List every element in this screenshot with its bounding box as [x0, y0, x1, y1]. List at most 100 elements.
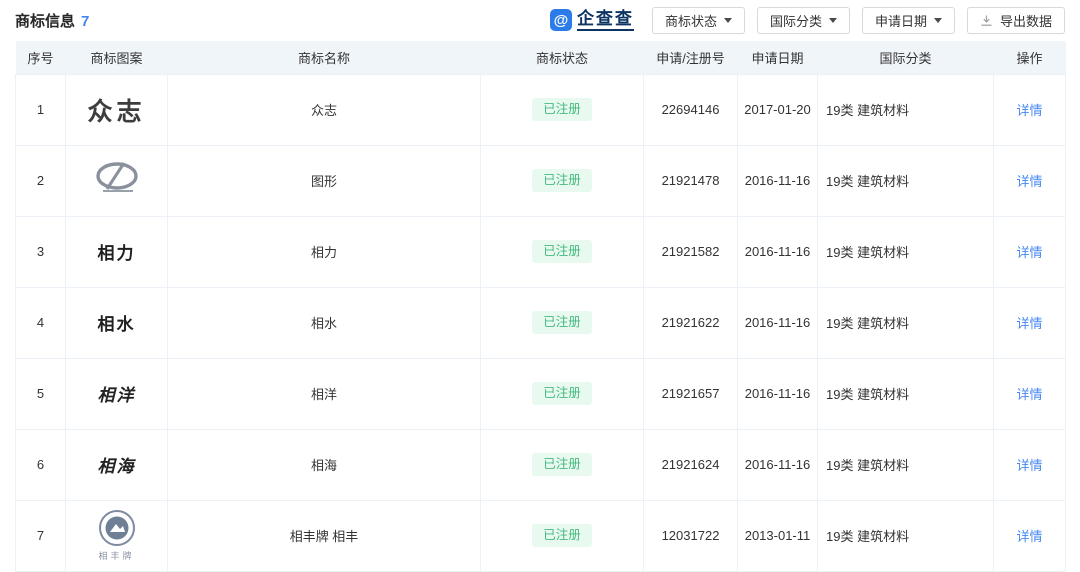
table-row: 1众志众志已注册226941462017-01-2019类 建筑材料详情: [16, 74, 1066, 145]
detail-link[interactable]: 详情: [1016, 458, 1042, 473]
status-badge: 已注册: [532, 524, 592, 547]
filter-apply-date-label: 申请日期: [875, 11, 927, 30]
detail-link[interactable]: 详情: [1016, 245, 1042, 260]
action-cell: 详情: [994, 429, 1066, 500]
column-header-0: 序号: [16, 41, 66, 74]
round-emblem-mark: 相丰牌: [98, 509, 136, 562]
trademark-name-cell: 相力: [168, 216, 481, 287]
action-cell: 详情: [994, 216, 1066, 287]
action-cell: 详情: [994, 145, 1066, 216]
intl-class-cell: 19类 建筑材料: [818, 500, 994, 571]
chevron-down-icon: [934, 18, 942, 23]
trademark-status-cell: 已注册: [481, 500, 644, 571]
column-header-2: 商标名称: [168, 41, 481, 74]
trademark-table: 序号商标图案商标名称商标状态申请/注册号申请日期国际分类操作 1众志众志已注册2…: [15, 41, 1066, 572]
application-date-cell: 2016-11-16: [738, 358, 818, 429]
trademark-image-cell: [66, 145, 168, 216]
registration-number-cell: 21921582: [644, 216, 738, 287]
trademark-table-body: 1众志众志已注册226941462017-01-2019类 建筑材料详情2 图形…: [16, 74, 1066, 571]
table-row: 2 图形已注册219214782016-11-1619类 建筑材料详情: [16, 145, 1066, 216]
panel-title: 商标信息 7: [15, 10, 89, 31]
trademark-image-cell: 相海: [66, 429, 168, 500]
trademark-name-cell: 相洋: [168, 358, 481, 429]
trademark-image-cell: 相丰牌: [66, 500, 168, 571]
trademark-name-cell: 相海: [168, 429, 481, 500]
trademark-image-cell: 相洋: [66, 358, 168, 429]
intl-class-cell: 19类 建筑材料: [818, 145, 994, 216]
filter-apply-date-button[interactable]: 申请日期: [862, 7, 955, 34]
trademark-mark-text: 相力: [98, 244, 136, 263]
table-header-row: 序号商标图案商标名称商标状态申请/注册号申请日期国际分类操作: [16, 41, 1066, 74]
header-controls: @ 企查查 商标状态 国际分类 申请日期: [550, 7, 1065, 34]
status-badge: 已注册: [532, 311, 592, 334]
trademark-mark-text: 众志: [87, 97, 145, 126]
trademark-count: 7: [81, 13, 89, 30]
table-row: 5 相洋 相洋 已注册 219216572016-11-1619类 建筑材料 详情: [16, 358, 1066, 429]
trademark-mark-text: 相水: [98, 315, 136, 334]
emblem-caption: 相丰牌: [98, 549, 134, 562]
qichacha-brand-name: 企查查: [577, 9, 634, 31]
trademark-status-cell: 已注册: [481, 287, 644, 358]
trademark-status-cell: 已注册: [481, 145, 644, 216]
intl-class-cell: 19类 建筑材料: [818, 216, 994, 287]
row-index-cell: 5: [16, 358, 66, 429]
action-cell: 详情: [994, 287, 1066, 358]
panel-header: 商标信息 7 @ 企查查 商标状态 国际分类 申请日期: [15, 0, 1065, 36]
table-row: 7 相丰牌 相丰牌 相丰已注册120317222013-01-1119类 建筑材…: [16, 500, 1066, 571]
column-header-1: 商标图案: [66, 41, 168, 74]
filter-intl-class-label: 国际分类: [770, 11, 822, 30]
table-row: 3相力相力已注册219215822016-11-1619类 建筑材料详情: [16, 216, 1066, 287]
action-cell: 详情: [994, 358, 1066, 429]
intl-class-cell: 19类 建筑材料: [818, 429, 994, 500]
trademark-mark-text: 相洋: [98, 386, 136, 406]
table-row: 6相海相海已注册219216242016-11-1619类 建筑材料详情: [16, 429, 1066, 500]
trademark-name-cell: 图形: [168, 145, 481, 216]
trademark-name-cell: 相丰牌 相丰: [168, 500, 481, 571]
row-index-cell: 4: [16, 287, 66, 358]
trademark-mark-text: 相海: [98, 457, 136, 477]
detail-link[interactable]: 详情: [1016, 103, 1042, 118]
qichacha-logo-icon: @: [550, 9, 572, 31]
status-badge: 已注册: [532, 453, 592, 476]
action-cell: 详情: [994, 74, 1066, 145]
chevron-down-icon: [829, 18, 837, 23]
trademark-info-panel: 商标信息 7 @ 企查查 商标状态 国际分类 申请日期: [0, 0, 1080, 572]
application-date-cell: 2016-11-16: [738, 216, 818, 287]
trademark-status-cell: 已注册: [481, 429, 644, 500]
trademark-name-cell: 众志: [168, 74, 481, 145]
filter-trademark-status-label: 商标状态: [665, 11, 717, 30]
intl-class-cell: 19类 建筑材料: [818, 358, 994, 429]
page-title: 商标信息: [15, 13, 75, 30]
qichacha-watermark: @ 企查查: [550, 9, 634, 31]
application-date-cell: 2016-11-16: [738, 287, 818, 358]
application-date-cell: 2017-01-20: [738, 74, 818, 145]
status-badge: 已注册: [532, 169, 592, 192]
detail-link[interactable]: 详情: [1016, 174, 1042, 189]
filter-intl-class-button[interactable]: 国际分类: [757, 7, 850, 34]
registration-number-cell: 21921622: [644, 287, 738, 358]
status-badge: 已注册: [532, 98, 592, 121]
column-header-7: 操作: [994, 41, 1066, 74]
detail-link[interactable]: 详情: [1016, 316, 1042, 331]
status-badge: 已注册: [532, 382, 592, 405]
row-index-cell: 6: [16, 429, 66, 500]
trademark-name-cell: 相水: [168, 287, 481, 358]
registration-number-cell: 22694146: [644, 74, 738, 145]
column-header-4: 申请/注册号: [644, 41, 738, 74]
application-date-cell: 2016-11-16: [738, 145, 818, 216]
oval-logo-mark: [93, 160, 141, 198]
detail-link[interactable]: 详情: [1016, 387, 1042, 402]
filter-trademark-status-button[interactable]: 商标状态: [652, 7, 745, 34]
column-header-5: 申请日期: [738, 41, 818, 74]
download-icon: [980, 14, 993, 27]
registration-number-cell: 21921478: [644, 145, 738, 216]
registration-number-cell: 21921624: [644, 429, 738, 500]
trademark-image-cell: 众志: [66, 74, 168, 145]
action-cell: 详情: [994, 500, 1066, 571]
export-data-button[interactable]: 导出数据: [967, 7, 1065, 34]
trademark-status-cell: 已注册: [481, 74, 644, 145]
row-index-cell: 1: [16, 74, 66, 145]
registration-number-cell: 21921657: [644, 358, 738, 429]
intl-class-cell: 19类 建筑材料: [818, 287, 994, 358]
detail-link[interactable]: 详情: [1016, 529, 1042, 544]
